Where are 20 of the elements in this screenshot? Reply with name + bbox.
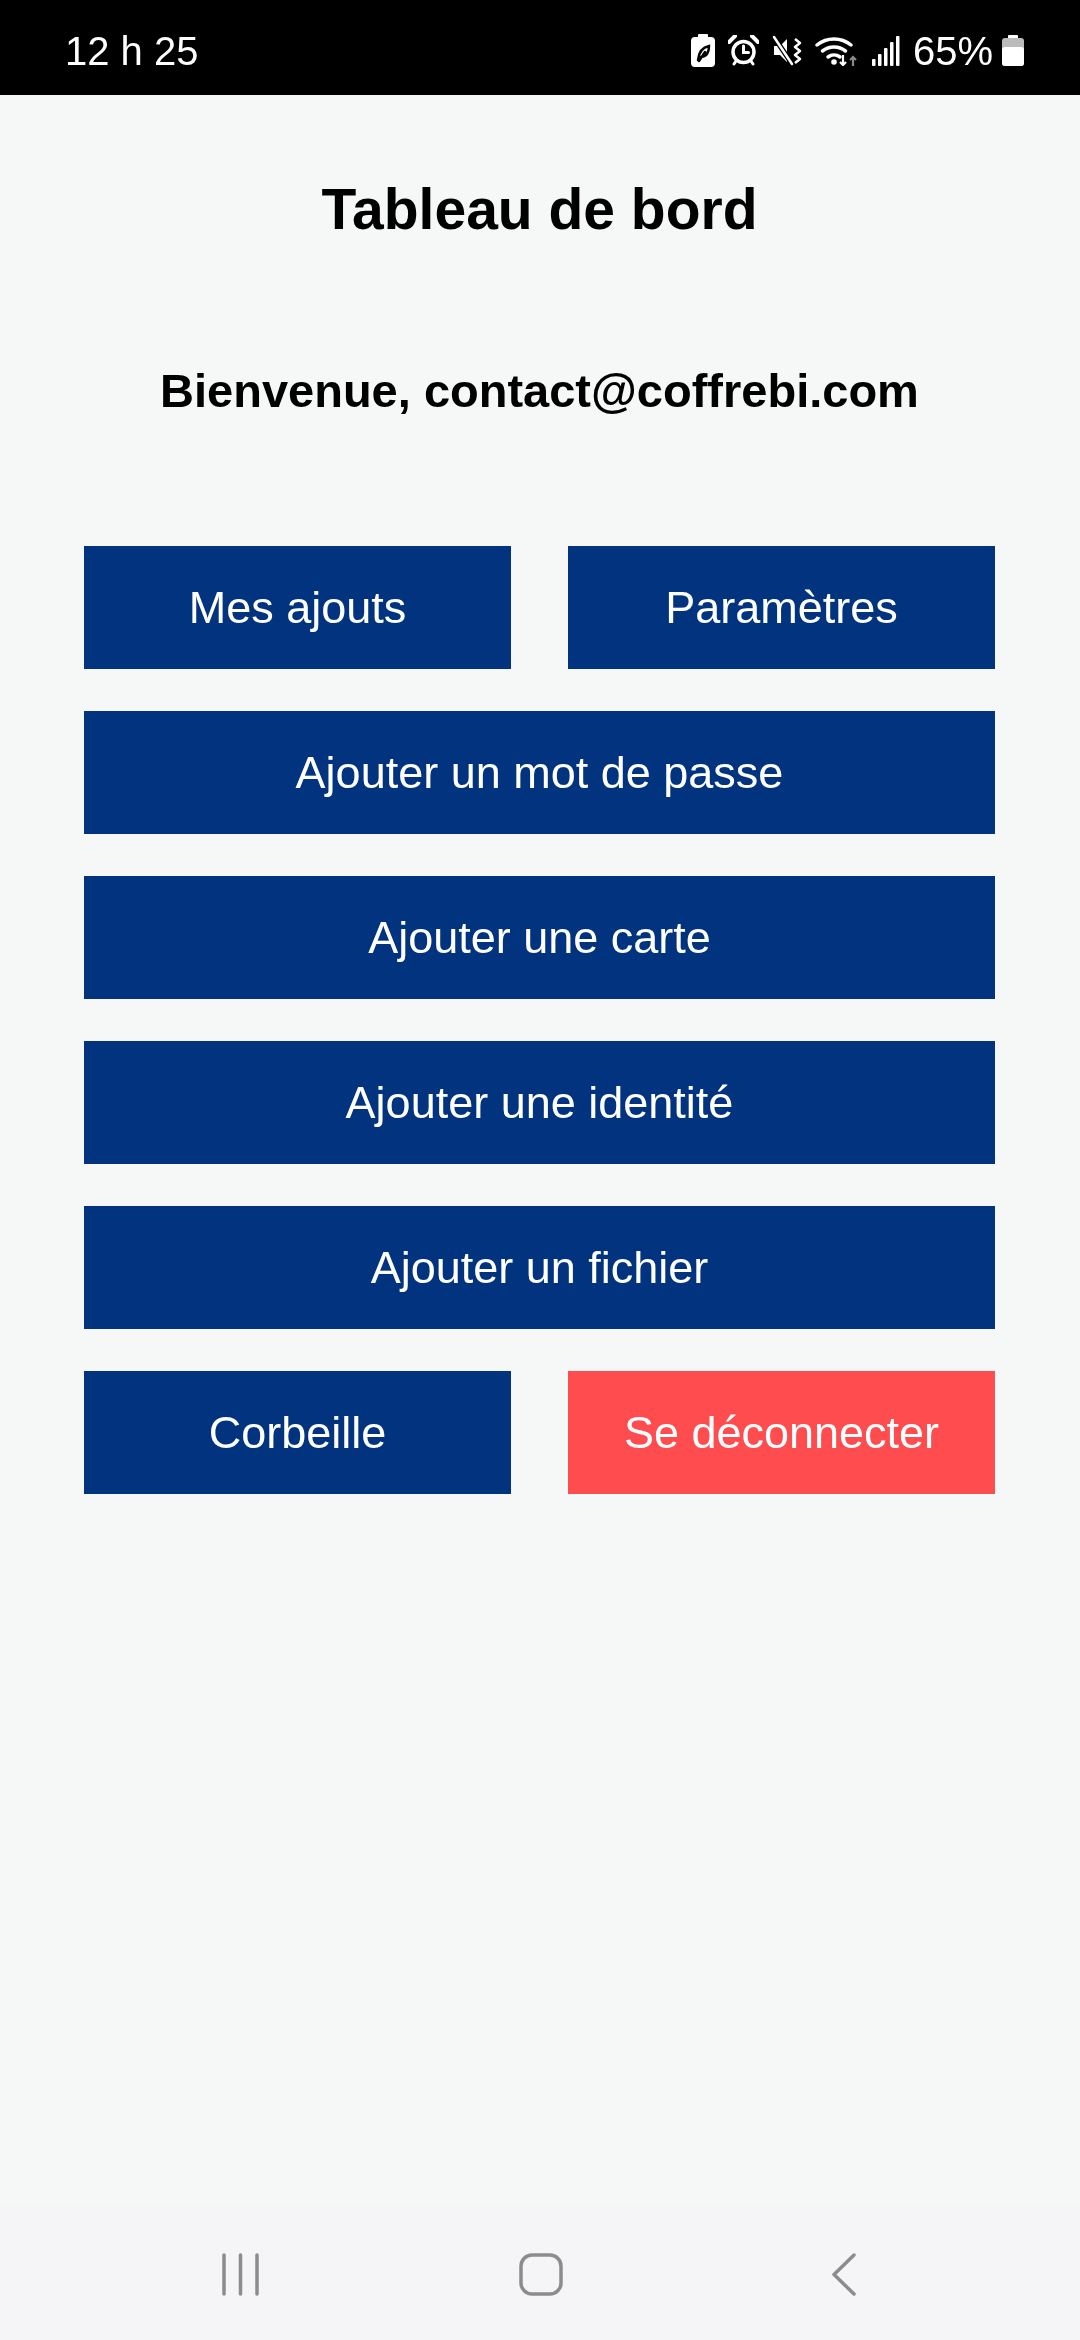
alarm-icon (727, 35, 759, 66)
page-title: Tableau de bord (321, 176, 758, 243)
wifi-icon (814, 35, 859, 66)
battery-saver-icon (690, 34, 715, 67)
menu-button[interactable]: Ajouter un mot de passe (84, 711, 995, 835)
battery-icon (1002, 35, 1024, 66)
status-time: 12 h 25 (65, 27, 199, 71)
home-icon[interactable] (519, 2253, 564, 2296)
back-icon[interactable] (831, 2253, 856, 2296)
muted-speaker-icon (771, 35, 802, 66)
menu-button[interactable]: Corbeille (84, 1371, 511, 1495)
menu-button[interactable]: Mes ajouts (84, 546, 511, 670)
signal-icon (871, 35, 900, 66)
menu-button[interactable]: Ajouter une identité (84, 1041, 995, 1165)
menu-button[interactable]: Ajouter une carte (84, 876, 995, 1000)
menu-button[interactable]: Paramètres (568, 546, 995, 670)
welcome-message: Bienvenue, contact@coffrebi.com (160, 363, 919, 420)
recent-apps-icon[interactable] (222, 2253, 260, 2296)
menu-button[interactable]: Ajouter un fichier (84, 1206, 995, 1330)
battery-percentage: 65% (912, 30, 993, 71)
